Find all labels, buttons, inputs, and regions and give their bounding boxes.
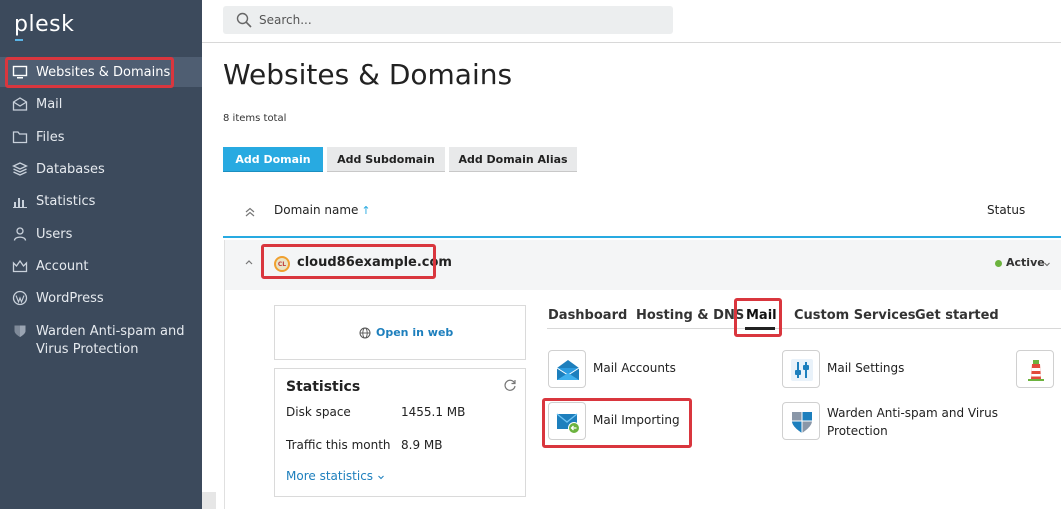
sidebar-item-mail[interactable]: Mail (0, 89, 202, 119)
folder-icon (12, 131, 28, 144)
user-icon (13, 227, 27, 241)
sidebar: plesk Websites & Domains Mail Files Data… (0, 0, 202, 509)
stat-label: Traffic this month (286, 438, 391, 452)
more-statistics-link[interactable]: More statistics (286, 469, 373, 483)
mail-accounts-icon-box (548, 350, 586, 388)
tab-hosting-dns[interactable]: Hosting & DNS (636, 308, 744, 323)
globe-icon (359, 327, 371, 339)
mail-settings-icon-box (782, 350, 820, 388)
tab-mail[interactable]: Mail (746, 308, 777, 323)
chevron-down-icon[interactable] (1043, 260, 1051, 268)
wordpress-icon (12, 290, 28, 306)
domain-favicon: CL (274, 256, 290, 272)
shield-icon (14, 325, 26, 337)
tab-custom-services[interactable]: Custom Services (794, 308, 916, 323)
mail-settings-tool[interactable]: Mail Settings (782, 350, 982, 390)
sidebar-item-label: Websites & Domains (36, 64, 171, 80)
chevron-down-icon[interactable] (377, 473, 385, 481)
bar-chart-icon (13, 198, 27, 208)
sidebar-item-databases[interactable]: Databases (0, 154, 202, 184)
open-in-web-card: Open in web (274, 305, 526, 360)
sidebar-collapse-handle[interactable] (202, 492, 216, 509)
stat-value: 1455.1 MB (401, 405, 466, 419)
statistics-title: Statistics (286, 379, 361, 395)
items-total: 8 items total (223, 113, 287, 124)
add-domain-alias-button[interactable]: Add Domain Alias (449, 147, 577, 172)
sidebar-item-label: Databases (36, 161, 105, 177)
refresh-icon[interactable] (503, 378, 517, 392)
mail-settings-label: Mail Settings (827, 361, 905, 375)
status-badge[interactable]: Active (1006, 256, 1045, 269)
sidebar-item-users[interactable]: Users (0, 219, 202, 249)
sidebar-item-files[interactable]: Files (0, 122, 202, 152)
sidebar-item-label: Users (36, 226, 73, 242)
envelope-icon (12, 97, 28, 111)
account-icon (12, 259, 28, 273)
logo-accent-bar (15, 39, 23, 41)
search-icon (236, 12, 252, 28)
plesk-logo[interactable]: plesk (14, 12, 74, 37)
mail-importing-icon-box (548, 402, 586, 440)
sidebar-item-label: Files (36, 129, 65, 145)
column-header-domain-label: Domain name (274, 203, 359, 217)
search-input[interactable] (259, 10, 659, 30)
warden-icon-box (782, 402, 820, 440)
sidebar-item-label: Warden Anti-spam and Virus Protection (36, 324, 185, 357)
collapse-all-icon[interactable] (243, 205, 257, 219)
domain-row: CL cloud86example.com Active (224, 240, 1061, 290)
open-in-web-link[interactable]: Open in web (376, 326, 453, 339)
statistics-card: Statistics Disk space 1455.1 MB Traffic … (274, 368, 526, 497)
page-title: Websites & Domains (223, 58, 513, 91)
sidebar-item-label: Statistics (36, 193, 96, 209)
shield-icon (792, 412, 812, 433)
sort-arrow-icon: ↑ (361, 204, 371, 217)
lighthouse-icon (1028, 360, 1044, 381)
sliders-icon (791, 359, 813, 381)
lighthouse-tool[interactable] (1016, 350, 1061, 390)
mail-importing-tool[interactable]: Mail Importing (548, 402, 748, 442)
column-header-status[interactable]: Status (987, 203, 1025, 217)
domain-tabs: Dashboard Hosting & DNS Mail Custom Serv… (547, 306, 1061, 330)
add-domain-button[interactable]: Add Domain (223, 147, 323, 172)
sidebar-item-wordpress[interactable]: WordPress (0, 283, 202, 313)
mail-importing-label: Mail Importing (593, 413, 680, 427)
table-header: Domain name ↑ Status (223, 192, 1061, 238)
sidebar-item-label: Mail (36, 96, 63, 112)
warden-tool[interactable]: Warden Anti-spam and Virus Protection (782, 402, 1012, 442)
search-box[interactable] (223, 6, 673, 34)
monitor-icon (12, 65, 28, 79)
mail-import-icon (556, 413, 580, 434)
domain-name-link[interactable]: cloud86example.com (297, 255, 452, 270)
column-header-domain[interactable]: Domain name ↑ (274, 203, 371, 217)
sidebar-item-warden[interactable]: Warden Anti-spam and Virus Protection (0, 321, 202, 361)
chevron-up-icon[interactable] (243, 256, 255, 268)
database-icon (12, 162, 28, 176)
sidebar-item-websites-domains[interactable]: Websites & Domains (0, 57, 202, 87)
mail-accounts-label: Mail Accounts (593, 361, 676, 375)
tab-get-started[interactable]: Get started (915, 308, 999, 323)
stat-value: 8.9 MB (401, 438, 443, 452)
warden-label: Warden Anti-spam and Virus Protection (827, 406, 998, 438)
status-dot (995, 260, 1002, 267)
mail-accounts-icon (556, 360, 580, 380)
lighthouse-icon-box (1016, 350, 1054, 388)
stat-label: Disk space (286, 405, 351, 419)
active-tab-underline (745, 327, 775, 330)
add-subdomain-button[interactable]: Add Subdomain (327, 147, 445, 172)
sidebar-item-label: WordPress (36, 290, 104, 306)
tab-dashboard[interactable]: Dashboard (548, 308, 627, 323)
mail-accounts-tool[interactable]: Mail Accounts (548, 350, 748, 390)
sidebar-item-label: Account (36, 258, 89, 274)
sidebar-item-statistics[interactable]: Statistics (0, 186, 202, 216)
sidebar-item-account[interactable]: Account (0, 251, 202, 281)
